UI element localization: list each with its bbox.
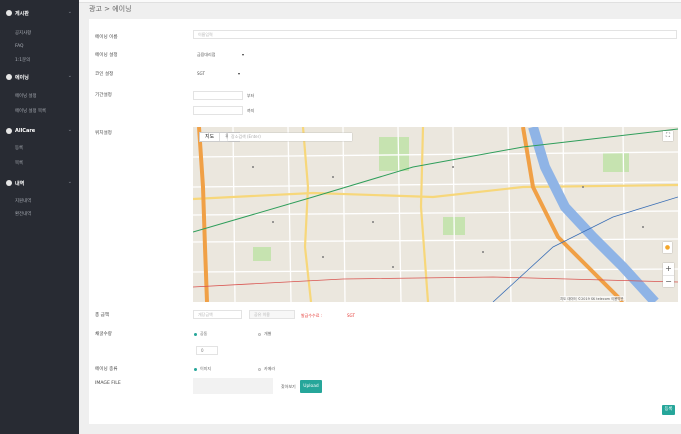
location-label: 위치설정 [95, 131, 112, 136]
sidebar-item-faq[interactable]: FAQ [15, 44, 24, 49]
zoom-out-button[interactable]: − [663, 275, 674, 287]
submit-button[interactable]: 등록 [662, 405, 675, 415]
type-option-label: 카메라 [264, 366, 276, 371]
end-unit: 까지 [247, 108, 255, 113]
sidebar-group-allcare[interactable]: AllCare ⌄ [0, 126, 79, 138]
sidebar-item-aning-list[interactable]: 에이닝 설정 목록 [15, 108, 46, 114]
sidebar-item-aning-setting[interactable]: 에이닝 설정 [15, 93, 37, 99]
chevron-down-icon: ⌄ [67, 127, 72, 133]
radio-dot [258, 367, 261, 371]
sidebar-group-board[interactable]: 게시판 ⌄ [0, 8, 79, 20]
sidebar-item-register[interactable]: 등록 [15, 145, 23, 151]
top-bar [79, 0, 681, 3]
type-option-image[interactable]: 이미지 [194, 366, 211, 372]
setting-select[interactable]: 금융대리점 ▾ [193, 50, 248, 59]
history-icon [6, 180, 12, 186]
chevron-down-icon: ⌄ [67, 9, 72, 15]
coin-select[interactable]: SGT ▾ [193, 69, 244, 78]
name-label: 에이닝 이름 [95, 35, 118, 40]
sidebar-item-notice[interactable]: 공지사항 [15, 30, 31, 36]
fee-note: 발급수수료 : [301, 313, 323, 318]
period-label: 기간설정 [95, 93, 112, 98]
pegman-icon[interactable]: ● [663, 242, 672, 253]
map-search-input[interactable]: 장소검색 (Enter) [228, 133, 352, 141]
aning-icon [6, 74, 12, 80]
pay-option-individual[interactable]: 개별 [258, 331, 271, 337]
browse-button[interactable]: 찾아보기 [281, 384, 296, 390]
image-file-label: IMAGE FILE [95, 381, 121, 386]
map-attribution: 지도 데이터 ©2019 SK telecom 이용약관 [560, 296, 624, 301]
end-date-input[interactable] [193, 106, 243, 115]
radio-dot [194, 332, 197, 336]
setting-label: 에이닝 설정 [95, 53, 118, 58]
sidebar-item-support-history[interactable]: 지원내역 [15, 198, 31, 204]
coin-select-value: SGT [197, 71, 205, 76]
fee-unit: SGT [347, 313, 355, 318]
breadcrumb: 광고 > 에이닝 [89, 5, 132, 13]
amount-input[interactable]: 개당금액 [193, 310, 242, 319]
sidebar-group-label: 내역 [15, 181, 25, 187]
sidebar-item-inquiry[interactable]: 1:1문의 [15, 57, 30, 63]
map-type-map[interactable]: 지도 [200, 133, 219, 141]
pay-count-input[interactable]: 0 [196, 346, 218, 355]
total-label: 총 금액 [95, 313, 110, 318]
sidebar-group-aning[interactable]: 에이닝 ⌄ [0, 72, 79, 84]
board-icon [6, 10, 12, 16]
sidebar-item-exchange-history[interactable]: 환전내역 [15, 211, 31, 217]
zoom-in-button[interactable]: + [663, 263, 674, 275]
sidebar: 게시판 ⌄ 공지사항 FAQ 1:1문의 에이닝 ⌄ 에이닝 설정 에이닝 설정… [0, 0, 79, 434]
type-option-label: 이미지 [200, 366, 212, 371]
map-canvas [193, 127, 678, 302]
zoom-control: + − [663, 263, 674, 287]
pay-option-common[interactable]: 공동 [194, 331, 207, 337]
sidebar-group-label: 게시판 [15, 11, 29, 17]
upload-button[interactable]: Upload [300, 380, 322, 393]
chevron-down-icon: ⌄ [67, 179, 72, 185]
coin-label: 코인 설정 [95, 72, 114, 77]
start-unit: 부터 [247, 93, 255, 98]
sidebar-item-list[interactable]: 목록 [15, 160, 23, 166]
pay-option-label: 공동 [200, 331, 208, 336]
allcare-icon [6, 128, 12, 134]
caret-down-icon: ▾ [237, 71, 240, 76]
count-input[interactable]: 공유 이용 [249, 310, 295, 319]
file-path-input[interactable] [193, 378, 273, 394]
type-label: 에이닝 종류 [95, 367, 118, 372]
caret-down-icon: ▾ [241, 52, 244, 57]
sidebar-group-label: 에이닝 [15, 75, 29, 81]
pay-option-label: 개별 [264, 331, 272, 336]
fullscreen-icon[interactable]: ⛶ [663, 131, 673, 141]
radio-dot [194, 367, 197, 371]
type-option-camera[interactable]: 카메라 [258, 366, 275, 372]
pay-label: 채굴수량 [95, 332, 112, 337]
start-date-input[interactable] [193, 91, 243, 100]
chevron-down-icon: ⌄ [67, 73, 72, 79]
sidebar-group-history[interactable]: 내역 ⌄ [0, 178, 79, 190]
setting-select-value: 금융대리점 [197, 52, 216, 57]
location-map[interactable] [193, 127, 678, 302]
sidebar-group-label: AllCare [15, 128, 36, 134]
name-input[interactable]: 이름입력 [193, 30, 677, 39]
radio-dot [258, 332, 261, 336]
